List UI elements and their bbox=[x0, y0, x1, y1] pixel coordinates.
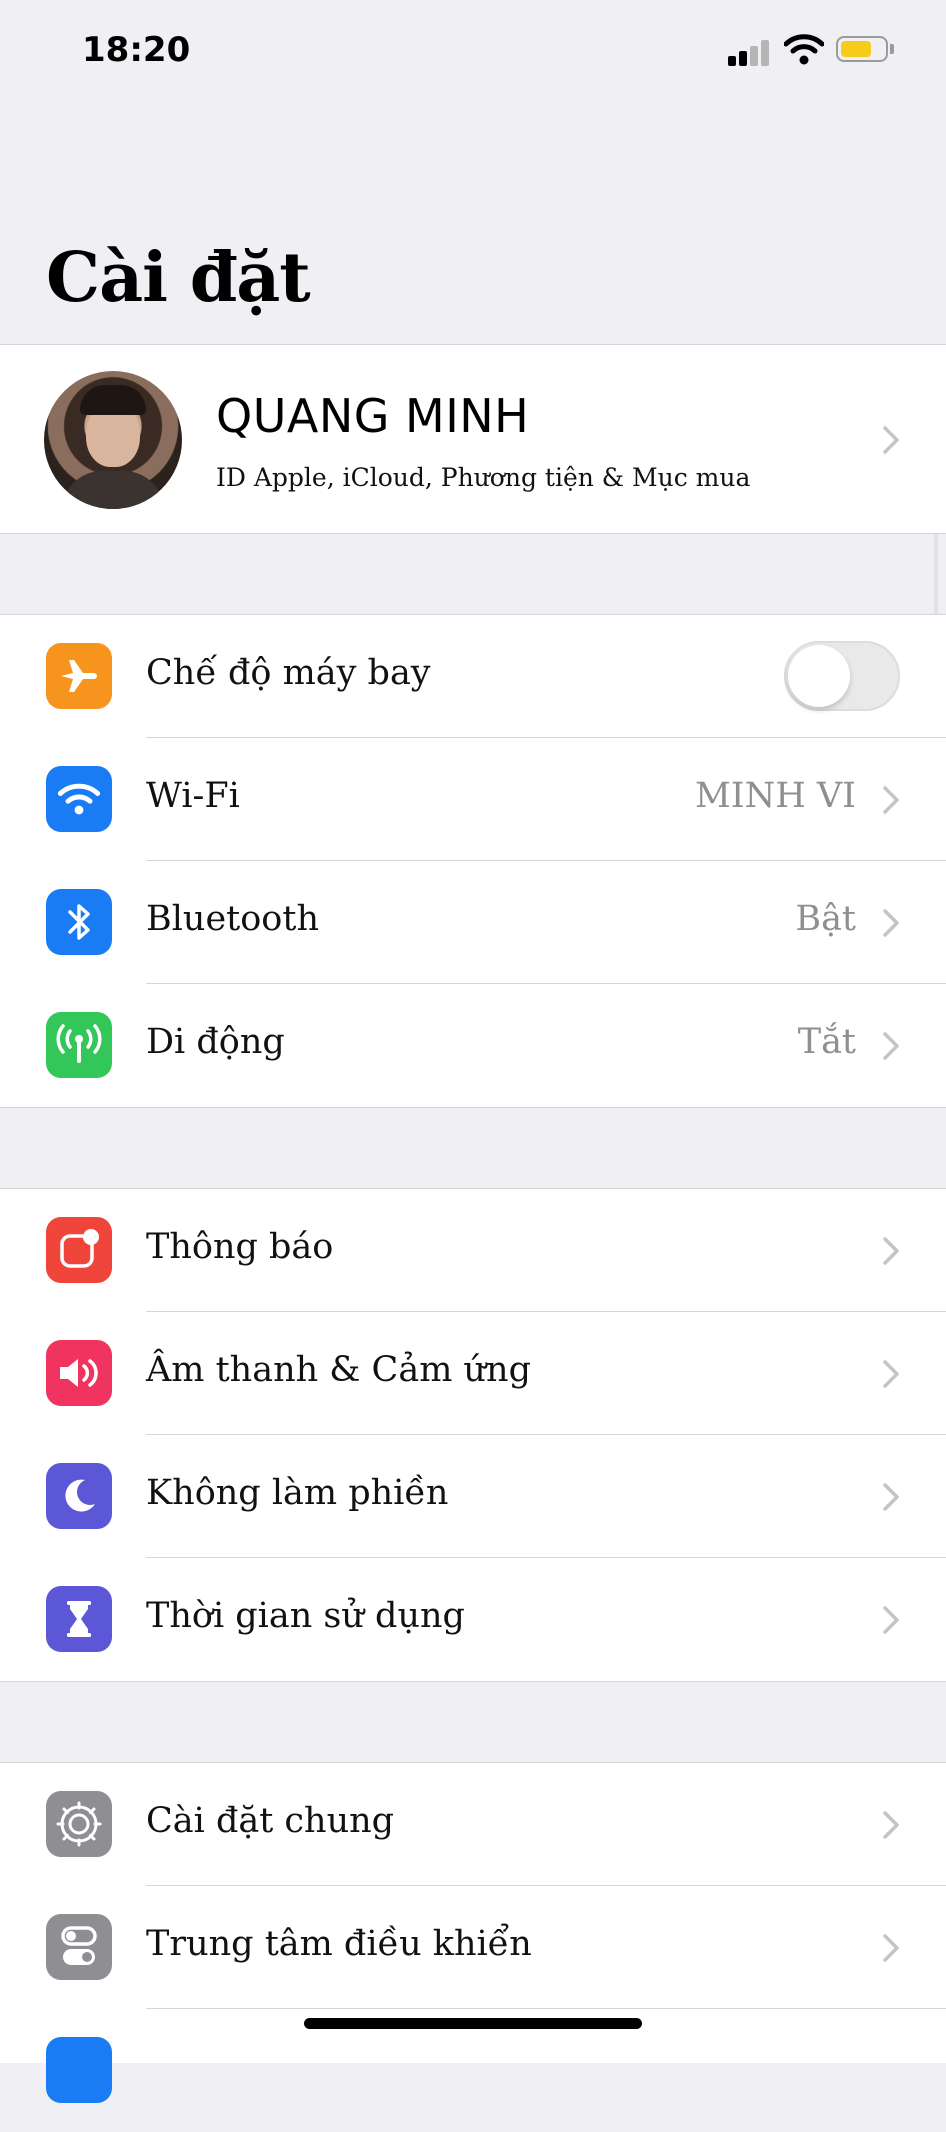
apple-id-profile-row[interactable]: QUANG MINH ID Apple, iCloud, Phương tiện… bbox=[0, 344, 946, 534]
chevron-right-icon bbox=[883, 1032, 899, 1060]
notifications-label: Thông báo bbox=[146, 1227, 334, 1267]
chevron-right-icon bbox=[883, 1934, 899, 1962]
control-center-label: Trung tâm điều khiển bbox=[146, 1924, 532, 1964]
notifications-group: Thông báo Âm thanh & Cảm ứng Không làm p… bbox=[0, 1188, 946, 1682]
home-indicator[interactable] bbox=[304, 2018, 642, 2029]
bluetooth-value: Bật bbox=[795, 899, 856, 939]
wifi-label: Wi-Fi bbox=[146, 776, 240, 816]
screen-time-label: Thời gian sử dụng bbox=[146, 1596, 465, 1636]
profile-name: QUANG MINH bbox=[216, 389, 530, 443]
cellular-signal-icon bbox=[728, 38, 772, 66]
wifi-status-icon bbox=[784, 34, 824, 65]
chevron-right-icon bbox=[883, 786, 899, 814]
settings-row-screen-time[interactable]: Thời gian sử dụng bbox=[0, 1558, 946, 1681]
airplane-icon bbox=[46, 643, 112, 709]
settings-row-cellular[interactable]: Di động Tắt bbox=[0, 984, 946, 1107]
settings-row-airplane-mode: Chế độ máy bay bbox=[0, 615, 946, 738]
avatar bbox=[44, 371, 182, 509]
status-bar: 18:20 bbox=[0, 0, 946, 110]
chevron-right-icon bbox=[883, 1811, 899, 1839]
display-icon bbox=[46, 2037, 112, 2103]
speaker-icon bbox=[46, 1340, 112, 1406]
chevron-right-icon bbox=[883, 1483, 899, 1511]
control-center-icon bbox=[46, 1914, 112, 1980]
chevron-right-icon bbox=[883, 1606, 899, 1634]
sounds-haptics-label: Âm thanh & Cảm ứng bbox=[146, 1350, 531, 1390]
status-time: 18:20 bbox=[82, 30, 191, 70]
cellular-value: Tắt bbox=[797, 1022, 856, 1062]
cellular-antenna-icon bbox=[46, 1012, 112, 1078]
settings-row-bluetooth[interactable]: Bluetooth Bật bbox=[0, 861, 946, 984]
general-label: Cài đặt chung bbox=[146, 1801, 395, 1841]
connectivity-group: Chế độ máy bay Wi-Fi MINH VI Bluetooth B… bbox=[0, 614, 946, 1108]
chevron-right-icon bbox=[883, 909, 899, 937]
hourglass-icon bbox=[46, 1586, 112, 1652]
battery-icon bbox=[836, 36, 896, 64]
wifi-network-value: MINH VI bbox=[694, 776, 856, 816]
airplane-mode-toggle[interactable] bbox=[784, 641, 900, 711]
settings-row-do-not-disturb[interactable]: Không làm phiền bbox=[0, 1435, 946, 1558]
airplane-mode-label: Chế độ máy bay bbox=[146, 653, 431, 693]
page-title: Cài đặt bbox=[46, 238, 311, 318]
notifications-icon bbox=[46, 1217, 112, 1283]
bluetooth-label: Bluetooth bbox=[146, 899, 319, 939]
settings-row-wifi[interactable]: Wi-Fi MINH VI bbox=[0, 738, 946, 861]
settings-row-sounds[interactable]: Âm thanh & Cảm ứng bbox=[0, 1312, 946, 1435]
settings-row-control-center[interactable]: Trung tâm điều khiển bbox=[0, 1886, 946, 2009]
cellular-label: Di động bbox=[146, 1022, 285, 1062]
chevron-right-icon bbox=[883, 1360, 899, 1388]
settings-row-notifications[interactable]: Thông báo bbox=[0, 1189, 946, 1312]
profile-subtitle: ID Apple, iCloud, Phương tiện & Mục mua bbox=[216, 463, 751, 492]
chevron-right-icon bbox=[883, 1237, 899, 1265]
wifi-icon bbox=[46, 766, 112, 832]
moon-icon bbox=[46, 1463, 112, 1529]
bluetooth-icon bbox=[46, 889, 112, 955]
do-not-disturb-label: Không làm phiền bbox=[146, 1473, 449, 1513]
settings-row-general[interactable]: Cài đặt chung bbox=[0, 1763, 946, 1886]
chevron-right-icon bbox=[883, 426, 899, 454]
gear-icon bbox=[46, 1791, 112, 1857]
